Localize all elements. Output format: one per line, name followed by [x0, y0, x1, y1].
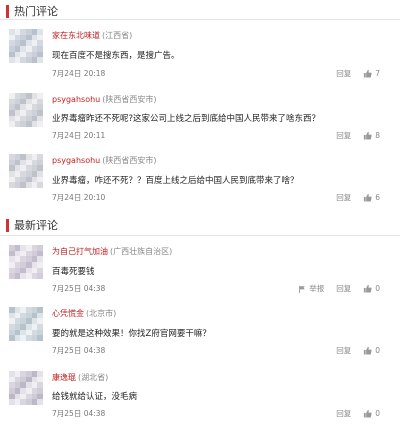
username-link[interactable]: 为自己打气加油 — [52, 247, 108, 256]
hot-divider — [0, 19, 400, 20]
comment-actions: 回复 0 — [336, 345, 380, 356]
user-location: (广西壮族自治区) — [110, 247, 173, 256]
avatar[interactable] — [9, 93, 44, 128]
comment-user: 为自己打气加油 (广西壮族自治区) — [52, 246, 172, 257]
comment-time: 7月24日 20:18 — [52, 69, 106, 78]
like-button[interactable]: 0 — [363, 346, 380, 355]
username-link[interactable]: 康逸琨 — [52, 373, 76, 382]
hot-comments-title: 热门评论 — [14, 5, 58, 18]
comment-text: 业界毒瘤，咋还不死？？百度上线之后给中国人民到底带来了啥？ — [52, 176, 299, 186]
thumbs-up-icon — [364, 131, 372, 140]
like-count: 7 — [375, 69, 380, 78]
like-button[interactable]: 0 — [363, 284, 380, 293]
avatar[interactable] — [9, 29, 44, 64]
reply-button[interactable]: 回复 — [336, 130, 351, 141]
like-count: 8 — [375, 131, 380, 140]
username-link[interactable]: psygahsohu — [52, 156, 100, 165]
comment-actions: 举报 回复 0 — [298, 283, 380, 294]
comment-actions: 回复 0 — [336, 408, 380, 419]
thumbs-up-icon — [364, 409, 372, 418]
report-label: 举报 — [309, 284, 325, 293]
avatar[interactable] — [9, 245, 44, 280]
like-button[interactable]: 0 — [363, 409, 380, 418]
comment-actions: 回复 8 — [336, 130, 380, 141]
thumbs-up-icon — [364, 284, 372, 293]
reply-button[interactable]: 回复 — [336, 192, 351, 203]
username-link[interactable]: 心凭慌金 — [52, 309, 84, 318]
comment-user: psygahsohu (陕西省西安市) — [52, 155, 156, 166]
section-marker — [6, 218, 9, 232]
comment-user: psygahsohu (陕西省西安市) — [52, 94, 156, 105]
comment-text: 现在百度不是搜东西，是搜广告。 — [52, 51, 180, 61]
comment-actions: 回复 7 — [336, 68, 380, 79]
like-button[interactable]: 6 — [363, 193, 380, 202]
like-count: 0 — [375, 409, 380, 418]
comment-user: 心凭慌金 (北京市) — [52, 308, 116, 319]
reply-button[interactable]: 回复 — [336, 408, 351, 419]
latest-comments-title: 最新评论 — [14, 219, 58, 232]
comment-text: 给钱就给认证，没毛病 — [52, 392, 138, 402]
comment-text: 百毒死要钱 — [52, 267, 95, 277]
comment-user: 家在东北味道 (江西省) — [52, 30, 132, 41]
like-count: 6 — [375, 193, 380, 202]
report-button[interactable]: 举报 — [298, 283, 324, 294]
user-location: (江西省) — [102, 31, 133, 40]
comment-time: 7月24日 20:11 — [52, 131, 106, 140]
like-button[interactable]: 7 — [363, 69, 380, 78]
like-button[interactable]: 8 — [363, 131, 380, 140]
thumbs-up-icon — [364, 193, 372, 202]
user-location: (陕西省西安市) — [102, 95, 157, 104]
thumbs-up-icon — [364, 346, 372, 355]
like-count: 0 — [375, 346, 380, 355]
thumbs-up-icon — [364, 69, 372, 78]
user-location: (湖北省) — [78, 373, 109, 382]
comment-text: 业界毒瘤昨还不死呢?这家公司上线之后到底给中国人民带来了啥东西？ — [52, 114, 321, 124]
reply-button[interactable]: 回复 — [336, 345, 351, 356]
comment-user: 康逸琨 (湖北省) — [52, 372, 108, 383]
section-marker — [6, 4, 9, 18]
username-link[interactable]: 家在东北味道 — [52, 31, 100, 40]
latest-comments-header: 最新评论 — [6, 217, 58, 233]
comment-text: 要的就是这种效果！你找Z府官网要干嘛？ — [52, 329, 211, 339]
flag-icon — [299, 285, 306, 293]
hot-comments-header: 热门评论 — [6, 3, 58, 19]
reply-button[interactable]: 回复 — [336, 68, 351, 79]
avatar[interactable] — [9, 307, 44, 342]
comment-time: 7月25日 04:38 — [52, 346, 106, 355]
username-link[interactable]: psygahsohu — [52, 95, 100, 104]
reply-button[interactable]: 回复 — [336, 283, 351, 294]
comment-time: 7月25日 04:38 — [52, 409, 106, 418]
comment-actions: 回复 6 — [336, 192, 380, 203]
avatar[interactable] — [9, 371, 44, 406]
comment-time: 7月24日 20:10 — [52, 193, 106, 202]
latest-divider — [0, 235, 400, 236]
comment-time: 7月25日 04:38 — [52, 284, 106, 293]
user-location: (北京市) — [86, 309, 117, 318]
like-count: 0 — [375, 284, 380, 293]
user-location: (陕西省西安市) — [102, 156, 157, 165]
avatar[interactable] — [9, 154, 44, 189]
